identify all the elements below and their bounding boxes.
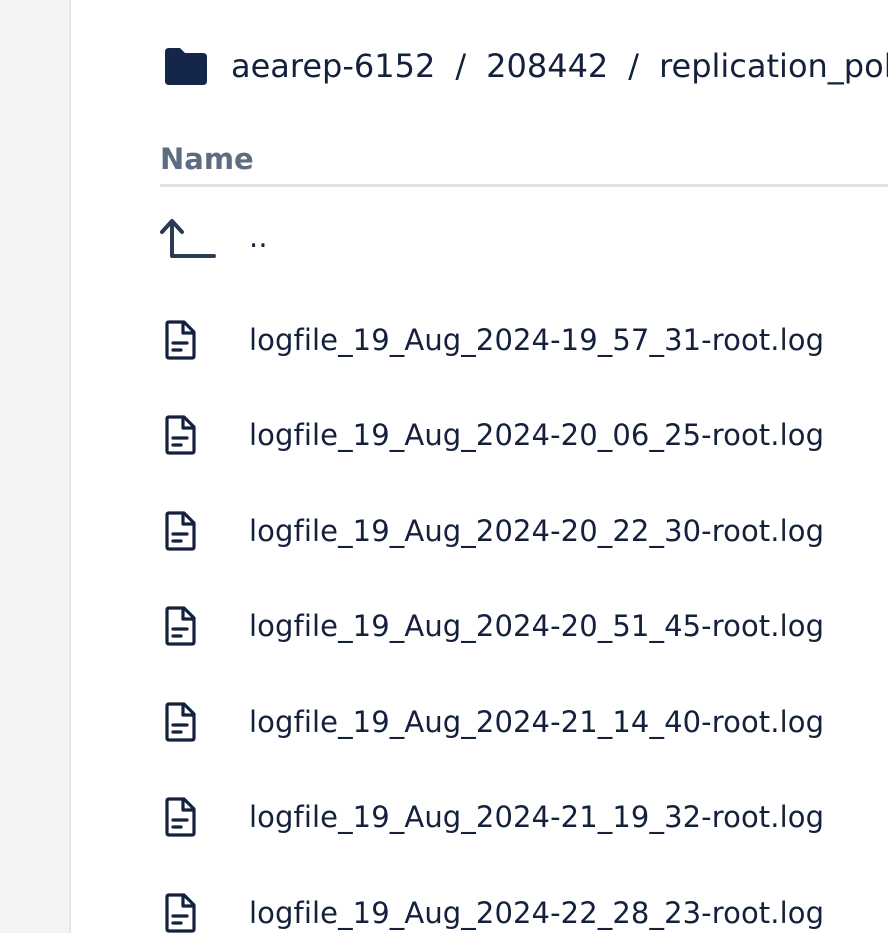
breadcrumb-item-replication-policies[interactable]: replication_policies xyxy=(659,47,888,85)
column-header-name[interactable]: Name xyxy=(160,134,888,187)
file-document-icon xyxy=(165,702,196,742)
file-document-icon xyxy=(165,797,196,837)
breadcrumb-separator: / xyxy=(628,47,640,85)
file-row[interactable]: logfile_19_Aug_2024-20_51_45-root.log xyxy=(160,579,888,675)
file-name[interactable]: logfile_19_Aug_2024-19_57_31-root.log xyxy=(249,323,824,357)
breadcrumb-item-208442[interactable]: 208442 xyxy=(486,47,608,85)
file-row[interactable]: logfile_19_Aug_2024-21_19_32-root.log xyxy=(160,770,888,866)
parent-directory-row[interactable]: .. xyxy=(160,188,888,292)
file-list: .. logfile_19_Aug_2024-19_57_31-root.log xyxy=(160,188,888,933)
file-name[interactable]: logfile_19_Aug_2024-20_51_45-root.log xyxy=(249,609,824,643)
folder-icon xyxy=(165,48,207,85)
file-name[interactable]: logfile_19_Aug_2024-20_06_25-root.log xyxy=(249,418,824,452)
left-gutter xyxy=(0,0,71,933)
file-row[interactable]: logfile_19_Aug_2024-19_57_31-root.log xyxy=(160,292,888,388)
file-name[interactable]: logfile_19_Aug_2024-21_19_32-root.log xyxy=(249,800,824,834)
file-row[interactable]: logfile_19_Aug_2024-22_28_23-root.log xyxy=(160,865,888,933)
file-document-icon xyxy=(165,606,196,646)
file-document-icon xyxy=(165,320,196,360)
column-header-label: Name xyxy=(160,142,254,176)
file-name[interactable]: logfile_19_Aug_2024-21_14_40-root.log xyxy=(249,705,824,739)
file-row[interactable]: logfile_19_Aug_2024-20_06_25-root.log xyxy=(160,388,888,484)
file-row[interactable]: logfile_19_Aug_2024-20_22_30-root.log xyxy=(160,483,888,579)
file-document-icon xyxy=(165,415,196,455)
breadcrumb: aearep-6152 / 208442 / replication_polic… xyxy=(163,40,888,92)
arrow-up-left-icon xyxy=(160,219,216,258)
breadcrumb-item-aearep[interactable]: aearep-6152 xyxy=(231,47,435,85)
breadcrumb-separator: / xyxy=(455,47,467,85)
file-browser-panel: aearep-6152 / 208442 / replication_polic… xyxy=(71,0,888,933)
file-document-icon xyxy=(165,893,196,933)
file-row[interactable]: logfile_19_Aug_2024-21_14_40-root.log xyxy=(160,674,888,770)
file-name[interactable]: logfile_19_Aug_2024-20_22_30-root.log xyxy=(249,514,824,548)
file-document-icon xyxy=(165,511,196,551)
file-name[interactable]: logfile_19_Aug_2024-22_28_23-root.log xyxy=(249,896,824,930)
parent-directory-label: .. xyxy=(249,220,268,254)
